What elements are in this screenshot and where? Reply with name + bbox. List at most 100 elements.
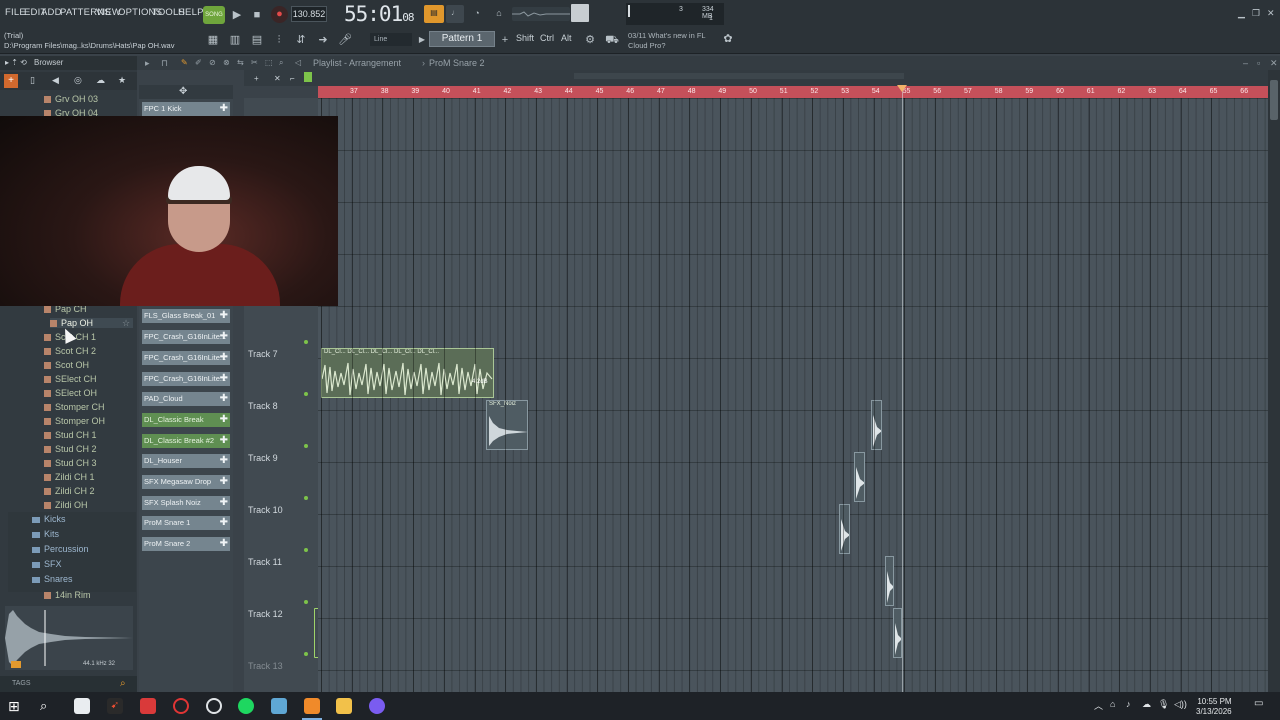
playlist-arrow-icon[interactable]: ▸ [145,56,150,70]
add-channel-icon[interactable]: ✚ [220,537,228,551]
sample-preview[interactable]: 44.1 kHz 32 [5,606,133,670]
channel-item[interactable]: DL_Classic Break #2 ✚ [142,434,230,448]
add-channel-icon[interactable]: ✚ [220,309,228,323]
track-name[interactable]: Track 11 [248,557,282,567]
audio-clip-snare[interactable] [885,556,894,606]
paint-tool-icon[interactable]: ✐ [195,56,202,70]
song-mode-toggle[interactable]: SONG [203,6,225,24]
browser-arrow-icon[interactable]: ▸ ⇡ ⟲ [5,58,27,67]
playlist-restore-icon[interactable]: ▫ [1257,56,1260,70]
scroll-thumb[interactable] [1270,80,1278,120]
add-channel-icon[interactable]: ✚ [220,454,228,468]
tray-speaker-icon[interactable]: ♪ [1126,699,1131,709]
horizontal-scroll[interactable] [574,73,904,79]
track-name[interactable]: Track 7 [248,349,278,359]
plugin-picker-icon[interactable]: ⇵ [293,32,309,48]
track-active-indicator[interactable] [304,548,308,552]
add-channel-icon[interactable]: ✚ [220,516,228,530]
add-pattern-icon[interactable]: + [497,32,513,48]
add-channel-icon[interactable]: ✚ [220,413,228,427]
draw-tool-icon[interactable]: ✎ [181,56,188,70]
shift-key-button[interactable]: Shift [516,33,534,47]
tray-chevron-icon[interactable]: ︿ [1094,699,1103,712]
channel-item[interactable]: ProM Snare 1 ✚ [142,516,230,530]
track-active-indicator[interactable] [304,600,308,604]
tray-network-icon[interactable]: ⌂ [1110,699,1115,709]
browser-item[interactable]: 14in Rim [44,590,91,600]
fl-studio-taskbar-icon[interactable] [304,698,320,714]
menu-help[interactable]: HELP [178,7,204,18]
add-channel-icon[interactable]: ✚ [220,102,228,116]
browser-item[interactable]: Grv OH 03 [44,94,98,104]
track-active-indicator[interactable] [304,340,308,344]
browser-star-icon[interactable]: ★ [118,75,126,86]
playlist-close-icon[interactable]: ✕ [1270,56,1278,70]
playhead[interactable] [902,86,903,692]
channel-list-arrows-icon[interactable]: ✥ [179,86,187,97]
add-channel-icon[interactable]: ✚ [220,434,228,448]
countdown-icon[interactable]: ⌂ [490,5,508,23]
opera-icon[interactable] [173,698,189,714]
audio-clip-break[interactable]: DL_Cl... DL_Cl... DL_Cl... DL_Cl... DL_C… [321,348,494,398]
folder-snares[interactable]: Snares [32,574,73,584]
typing-keyboard-icon[interactable]: ⚙ [582,32,598,48]
channel-item[interactable]: SFX Splash Noiz ✚ [142,496,230,510]
piano-roll-icon[interactable]: ▥ [227,32,243,48]
ctrl-key-button[interactable]: Ctrl [540,33,554,47]
play-pattern-icon[interactable]: ▶ [414,32,430,48]
channel-rack-icon[interactable]: ▤ [249,32,265,48]
minimize-icon[interactable]: ▁ [1238,8,1245,19]
pattern-song-icon[interactable]: ▤ [424,5,444,23]
store-icon[interactable] [74,698,90,714]
channel-item[interactable]: SFX Megasaw Drop ✚ [142,475,230,489]
browser-item-selected[interactable]: Pap OH [50,318,134,328]
channel-item[interactable]: DL_Houser ✚ [142,454,230,468]
slip-tool-icon[interactable]: ⇆ [237,56,244,70]
browser-item[interactable]: SElect OH [44,388,97,398]
add-channel-icon[interactable]: ✚ [220,372,228,386]
cart-icon[interactable]: ⛟ [604,32,620,48]
playback-tool-icon[interactable]: ◁ [295,56,301,70]
channel-item[interactable]: ProM Snare 2 ✚ [142,537,230,551]
windows-start-icon[interactable]: ⊞ [8,698,24,714]
channel-item[interactable]: FPC 1 Kick ✚ [142,102,230,116]
browser-item[interactable]: Stud CH 1 [44,430,97,440]
arrow-icon[interactable]: ➜ [315,32,331,48]
playlist-minimize-icon[interactable]: – [1243,56,1248,70]
stop-icon[interactable]: ■ [249,7,265,23]
tempo-display[interactable]: 130.852 [291,6,327,22]
select-tool-icon[interactable]: ⬚ [265,56,273,70]
add-channel-icon[interactable]: ✚ [220,351,228,365]
add-track-icon[interactable]: + [254,74,259,83]
playlist-grid[interactable]: DL_Cl... DL_Cl... DL_Cl... DL_Cl... DL_C… [318,98,1268,692]
channel-item[interactable]: FPC_Crash_G16InLite... ✚ [142,330,230,344]
track-name[interactable]: Track 8 [248,401,278,411]
app-red-icon[interactable] [140,698,156,714]
timeline-ruler[interactable]: 37 38 39 40 41 42 43 44 45 46 47 48 49 50 51 52 53 54 55 56… [318,86,1268,98]
tags-bar[interactable]: TAGS [0,676,137,692]
track-active-indicator[interactable] [304,444,308,448]
track-name[interactable]: Track 9 [248,453,278,463]
system-clock[interactable]: 10:55 PM 3/13/2026 [1196,697,1232,717]
browser-sync-icon[interactable]: ◎ [74,75,82,86]
browser-file-icon[interactable]: ▯ [30,75,35,86]
add-channel-icon[interactable]: ✚ [220,330,228,344]
spotify-icon[interactable] [238,698,254,714]
search-icon[interactable]: ⌕ [120,678,126,689]
browser-item[interactable]: Zildi CH 2 [44,486,95,496]
channel-item[interactable]: FLS_Glass Break_01 ✚ [142,309,230,323]
channel-item[interactable]: DL_Classic Break ✚ [142,413,230,427]
collapse-icon[interactable]: ✕ [274,74,281,83]
app-purple-icon[interactable] [369,698,385,714]
favorite-star-icon[interactable]: ☆ [122,318,130,329]
audio-clip-snare[interactable] [893,608,902,658]
browser-item[interactable]: Stomper CH [44,402,105,412]
track-name[interactable]: Track 10 [248,505,283,515]
channel-item[interactable]: FPC_Crash_G16InLite... ✚ [142,372,230,386]
channel-item[interactable]: PAD_Cloud ✚ [142,392,230,406]
browser-item[interactable]: Scot OH [44,360,89,370]
track-name[interactable]: Track 12 [248,609,283,619]
browser-item[interactable]: Zildi CH 1 [44,472,95,482]
audio-clip-snare[interactable] [854,452,865,502]
browser-item[interactable]: Stomper OH [44,416,105,426]
